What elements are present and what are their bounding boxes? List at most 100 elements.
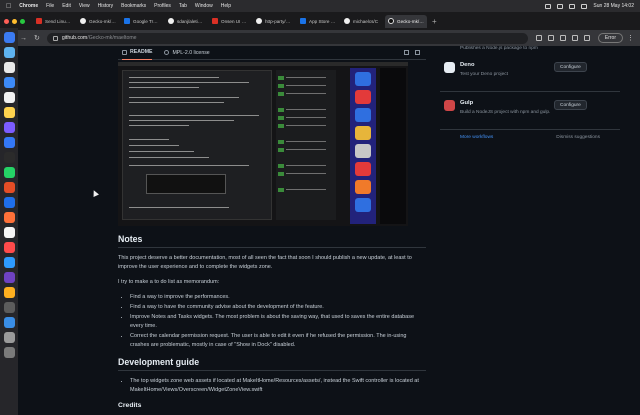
bookmark-star-icon[interactable]	[559, 35, 566, 41]
todo-list: Find a way to improve the performances. …	[118, 293, 426, 350]
configure-button[interactable]: Configure	[554, 62, 587, 72]
more-menu-icon[interactable]: ⋮	[627, 34, 634, 42]
app-store-icon[interactable]	[3, 77, 15, 88]
toolbar-icons	[535, 35, 590, 41]
url-host: github.com	[61, 35, 88, 41]
dev-guide-heading: Development guide	[118, 357, 426, 371]
apple-icon[interactable]: 	[6, 3, 11, 10]
dismiss-suggestions-link[interactable]: Dismiss suggestions	[556, 135, 600, 140]
reload-icon[interactable]: ↻	[34, 34, 40, 42]
dock	[0, 28, 18, 415]
list-item: Find a way to improve the performances.	[130, 293, 426, 302]
browser-tab[interactable]: http-party/node	[253, 15, 295, 28]
wifi-icon[interactable]	[545, 3, 552, 9]
macos-menu-bar:  Chrome File Edit View History Bookmark…	[0, 0, 640, 12]
app-icon[interactable]	[3, 287, 15, 298]
close-window-icon[interactable]	[4, 18, 9, 24]
sidepanel-icon[interactable]	[583, 35, 590, 41]
github-icon	[344, 18, 350, 24]
vscode-icon[interactable]	[3, 197, 15, 208]
browser-tab-active[interactable]: Gecko-mk/Mac	[385, 14, 427, 28]
forward-icon[interactable]: →	[20, 35, 27, 42]
tab-readme[interactable]: README	[122, 46, 153, 60]
settings-icon[interactable]	[3, 302, 15, 313]
menu-window[interactable]: Window	[195, 3, 213, 9]
browser-tab[interactable]: michaelcs/C	[341, 15, 383, 28]
tab-strip: Send Linux Com Gecko-mk/Mac Google Tradu…	[0, 12, 640, 30]
battery-icon[interactable]	[557, 3, 564, 9]
browser-tab[interactable]: Gecko-mk/Mac	[77, 15, 119, 28]
cast-icon[interactable]	[535, 35, 542, 41]
readme-panel: README MPL-2.0 license Notes This projec…	[118, 46, 426, 415]
chrome-icon[interactable]	[3, 62, 15, 73]
workflow-suggestions: Publishes a Node.js package to npm Deno …	[440, 46, 620, 415]
dev-guide-list: The top widgets zone web assets if locat…	[118, 377, 426, 395]
more-workflows-link[interactable]: More workflows	[460, 135, 493, 140]
minimize-window-icon[interactable]	[12, 18, 17, 24]
app-icon[interactable]	[3, 242, 15, 253]
mouse-cursor-icon	[91, 189, 99, 197]
readme-tools	[404, 50, 420, 55]
filezilla-icon[interactable]	[3, 182, 15, 193]
share-icon[interactable]	[547, 35, 554, 41]
menu-file[interactable]: File	[46, 3, 54, 9]
browser-tab[interactable]: Send Linux Com	[33, 15, 75, 28]
firefox-icon[interactable]	[3, 212, 15, 223]
notes-heading: Notes	[118, 234, 426, 248]
menu-tab[interactable]: Tab	[179, 3, 187, 9]
downloads-icon[interactable]	[3, 332, 15, 343]
safari-icon[interactable]	[3, 47, 15, 58]
browser-tab[interactable]: Onsen UI 2: Bea	[209, 15, 251, 28]
menu-view[interactable]: View	[79, 3, 90, 9]
zoom-window-icon[interactable]	[20, 18, 25, 24]
readme-tabs: README MPL-2.0 license	[118, 46, 426, 60]
app-icon[interactable]	[3, 257, 15, 268]
app-icon[interactable]	[3, 317, 15, 328]
browser-tab[interactable]: Google Traduct	[121, 15, 163, 28]
book-icon	[122, 49, 127, 55]
configure-button[interactable]: Configure	[554, 100, 587, 110]
tab-license[interactable]: MPL-2.0 license	[164, 50, 210, 56]
notes-icon[interactable]	[3, 107, 15, 118]
status-area: Sun 28 May 14:02	[545, 3, 634, 9]
menu-help[interactable]: Help	[221, 3, 231, 9]
new-tab-button[interactable]: +	[432, 17, 437, 26]
terminal-icon[interactable]	[3, 152, 15, 163]
workflow-card-deno: Deno Test your Deno project Configure	[440, 54, 620, 92]
search-icon[interactable]	[569, 3, 576, 9]
app-icon[interactable]	[3, 272, 15, 283]
github-desktop-icon[interactable]	[3, 227, 15, 238]
menu-bookmarks[interactable]: Bookmarks	[121, 3, 146, 9]
favicon-icon	[212, 18, 218, 24]
trash-icon[interactable]	[3, 347, 15, 358]
outline-icon[interactable]	[415, 50, 420, 55]
control-center-icon[interactable]	[581, 3, 588, 9]
finder-icon[interactable]	[3, 32, 15, 43]
workflow-footer: More workflows Dismiss suggestions	[440, 130, 620, 140]
menu-edit[interactable]: Edit	[62, 3, 71, 9]
xcode-icon[interactable]	[3, 137, 15, 148]
list-item: Correct the calendar permission request.…	[130, 332, 426, 350]
clock[interactable]: Sun 28 May 14:02	[593, 3, 634, 9]
github-page: README MPL-2.0 license Notes This projec…	[18, 46, 640, 415]
whatsapp-icon[interactable]	[3, 167, 15, 178]
calendar-icon[interactable]	[3, 92, 15, 103]
lock-icon[interactable]	[52, 35, 58, 41]
browser-toolbar: ← → ↻ github.com/Gecko-mk/maeltome Error…	[0, 30, 640, 46]
profile-error-button[interactable]: Error	[597, 33, 623, 43]
menu-history[interactable]: History	[98, 3, 114, 9]
edit-icon[interactable]	[404, 50, 409, 55]
favicon-icon	[36, 18, 42, 24]
url-path: /Gecko-mk/maeltome	[87, 35, 137, 41]
browser-tab[interactable]: sdanj/aletima	[165, 15, 207, 28]
podcasts-icon[interactable]	[3, 122, 15, 133]
menu-app-name[interactable]: Chrome	[19, 3, 38, 9]
menu-profiles[interactable]: Profiles	[154, 3, 171, 9]
address-bar[interactable]: github.com/Gecko-mk/maeltome	[46, 32, 528, 44]
browser-tab[interactable]: App Store Conn	[297, 15, 339, 28]
list-item: The top widgets zone web assets if locat…	[130, 377, 426, 395]
readme-screenshot	[118, 62, 408, 226]
extensions-icon[interactable]	[571, 35, 578, 41]
notes-paragraph: This project deserve a better documentat…	[118, 255, 412, 270]
gulp-icon	[444, 100, 455, 111]
